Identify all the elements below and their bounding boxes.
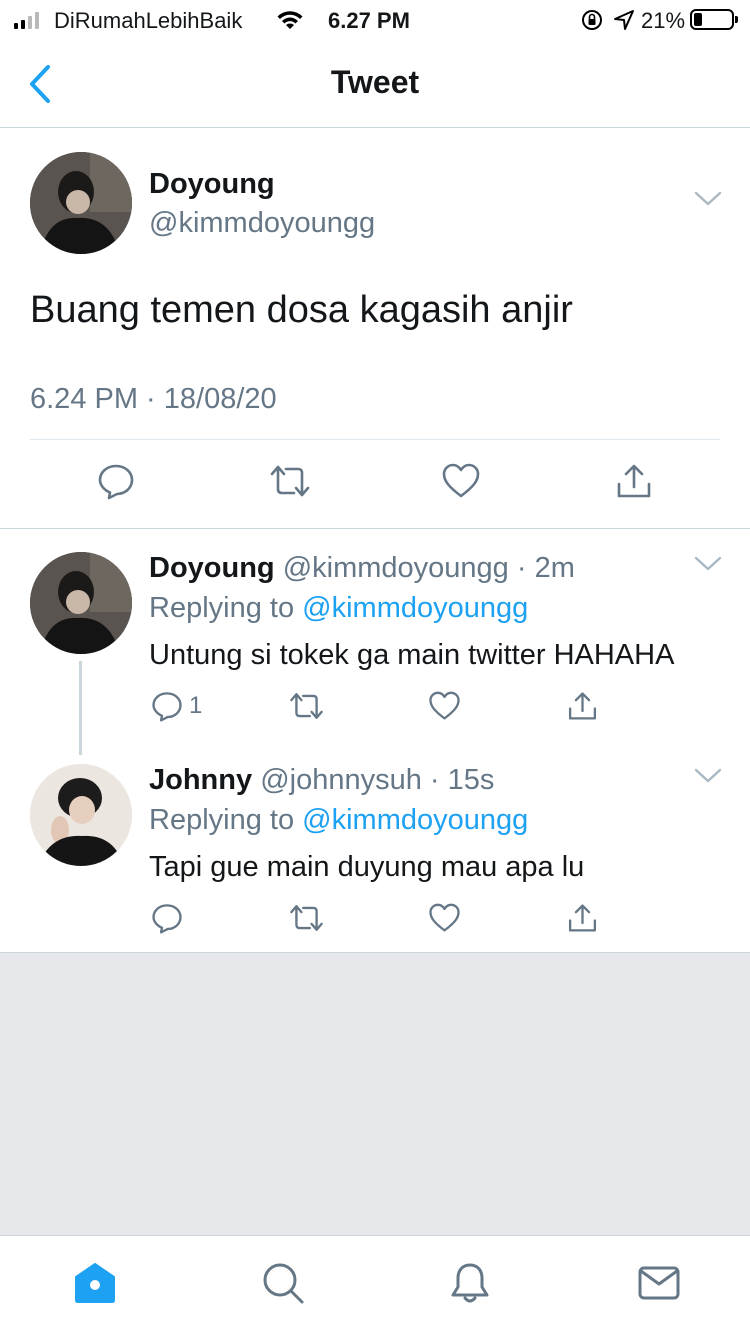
notifications-icon[interactable] [447, 1260, 493, 1306]
main-tweet: Doyoung @kimmdoyoungg Buang temen dosa k… [0, 129, 750, 529]
reply-icon [152, 692, 182, 722]
page-title: Tweet [330, 64, 420, 100]
avatar[interactable] [30, 552, 132, 654]
reply-count: 1 [189, 692, 203, 719]
like-icon [429, 691, 460, 720]
separator: · [429, 764, 440, 796]
tweet-text: Tapi gue main duyung mau apa lu [149, 851, 585, 883]
tweet-age: 15s [447, 764, 495, 796]
navigation-bar: Tweet [0, 40, 750, 128]
author-handle[interactable]: @kimmdoyoungg [149, 207, 375, 240]
share-button[interactable] [566, 902, 599, 934]
carrier-name: DiRumahLebihBaik [54, 8, 243, 33]
battery-percentage: 21% [641, 8, 686, 33]
replying-to: Replying to @kimmdoyoungg [149, 592, 528, 625]
author-name[interactable]: Doyoung [149, 552, 275, 584]
chevron-down-icon[interactable] [694, 556, 722, 572]
tweet-age: 2m [534, 552, 575, 584]
avatar-image [30, 764, 132, 866]
retweet-button[interactable] [288, 902, 325, 934]
replying-to-label: Replying to [149, 804, 295, 836]
separator: · [516, 552, 527, 584]
author-handle[interactable]: @kimmdoyoungg [283, 552, 509, 584]
share-icon[interactable] [614, 462, 654, 500]
share-icon [568, 692, 597, 720]
empty-area [0, 952, 750, 1235]
like-button[interactable] [428, 902, 461, 934]
tweet-text: Untung si tokek ga main twitter HAHAHA [149, 639, 675, 671]
location-icon [614, 10, 634, 30]
share-button[interactable] [566, 690, 599, 722]
replying-to: Replying to @kimmdoyoungg [149, 804, 528, 837]
signal-strength-icon [14, 11, 39, 29]
reply-button[interactable]: 1 [151, 690, 202, 722]
wifi-icon [277, 11, 303, 29]
mention-link[interactable]: @kimmdoyoungg [302, 804, 528, 836]
divider [30, 439, 720, 440]
avatar-image [30, 152, 132, 254]
like-icon [429, 903, 460, 932]
author-name[interactable]: Doyoung [149, 168, 275, 201]
retweet-button[interactable] [288, 690, 325, 722]
rotation-lock-icon [582, 10, 602, 30]
avatar-image [30, 552, 132, 654]
replying-to-label: Replying to [149, 592, 295, 624]
status-time: 6.27 PM [328, 8, 410, 33]
avatar[interactable] [30, 152, 132, 254]
messages-icon[interactable] [636, 1260, 682, 1306]
tweet-text: Buang temen dosa kagasih anjir [30, 289, 573, 331]
retweet-icon [290, 693, 323, 719]
home-icon[interactable] [72, 1260, 118, 1306]
retweet-icon [290, 905, 323, 931]
reply-icon [152, 904, 182, 934]
reply-button[interactable] [151, 902, 189, 934]
search-icon[interactable] [260, 1260, 306, 1306]
share-icon [568, 904, 597, 932]
retweet-icon[interactable] [268, 462, 312, 500]
tab-bar [0, 1235, 750, 1334]
reply-header: Doyoung @kimmdoyoungg · 2m [149, 552, 575, 585]
chevron-down-icon[interactable] [694, 191, 722, 207]
mention-link[interactable]: @kimmdoyoungg [302, 592, 528, 624]
reply-header: Johnny @johnnysuh · 15s [149, 764, 494, 797]
status-bar: DiRumahLebihBaik 6.27 PM 21% [0, 0, 750, 40]
like-button[interactable] [428, 690, 461, 722]
author-name[interactable]: Johnny [149, 764, 252, 796]
reply-icon[interactable] [97, 462, 135, 500]
thread-connector [79, 661, 82, 755]
chevron-down-icon[interactable] [694, 768, 722, 784]
battery-icon [690, 9, 738, 30]
author-handle[interactable]: @johnnysuh [260, 764, 422, 796]
avatar[interactable] [30, 764, 132, 866]
tweet-timestamp: 6.24 PM · 18/08/20 [30, 383, 277, 415]
like-icon[interactable] [441, 462, 481, 500]
